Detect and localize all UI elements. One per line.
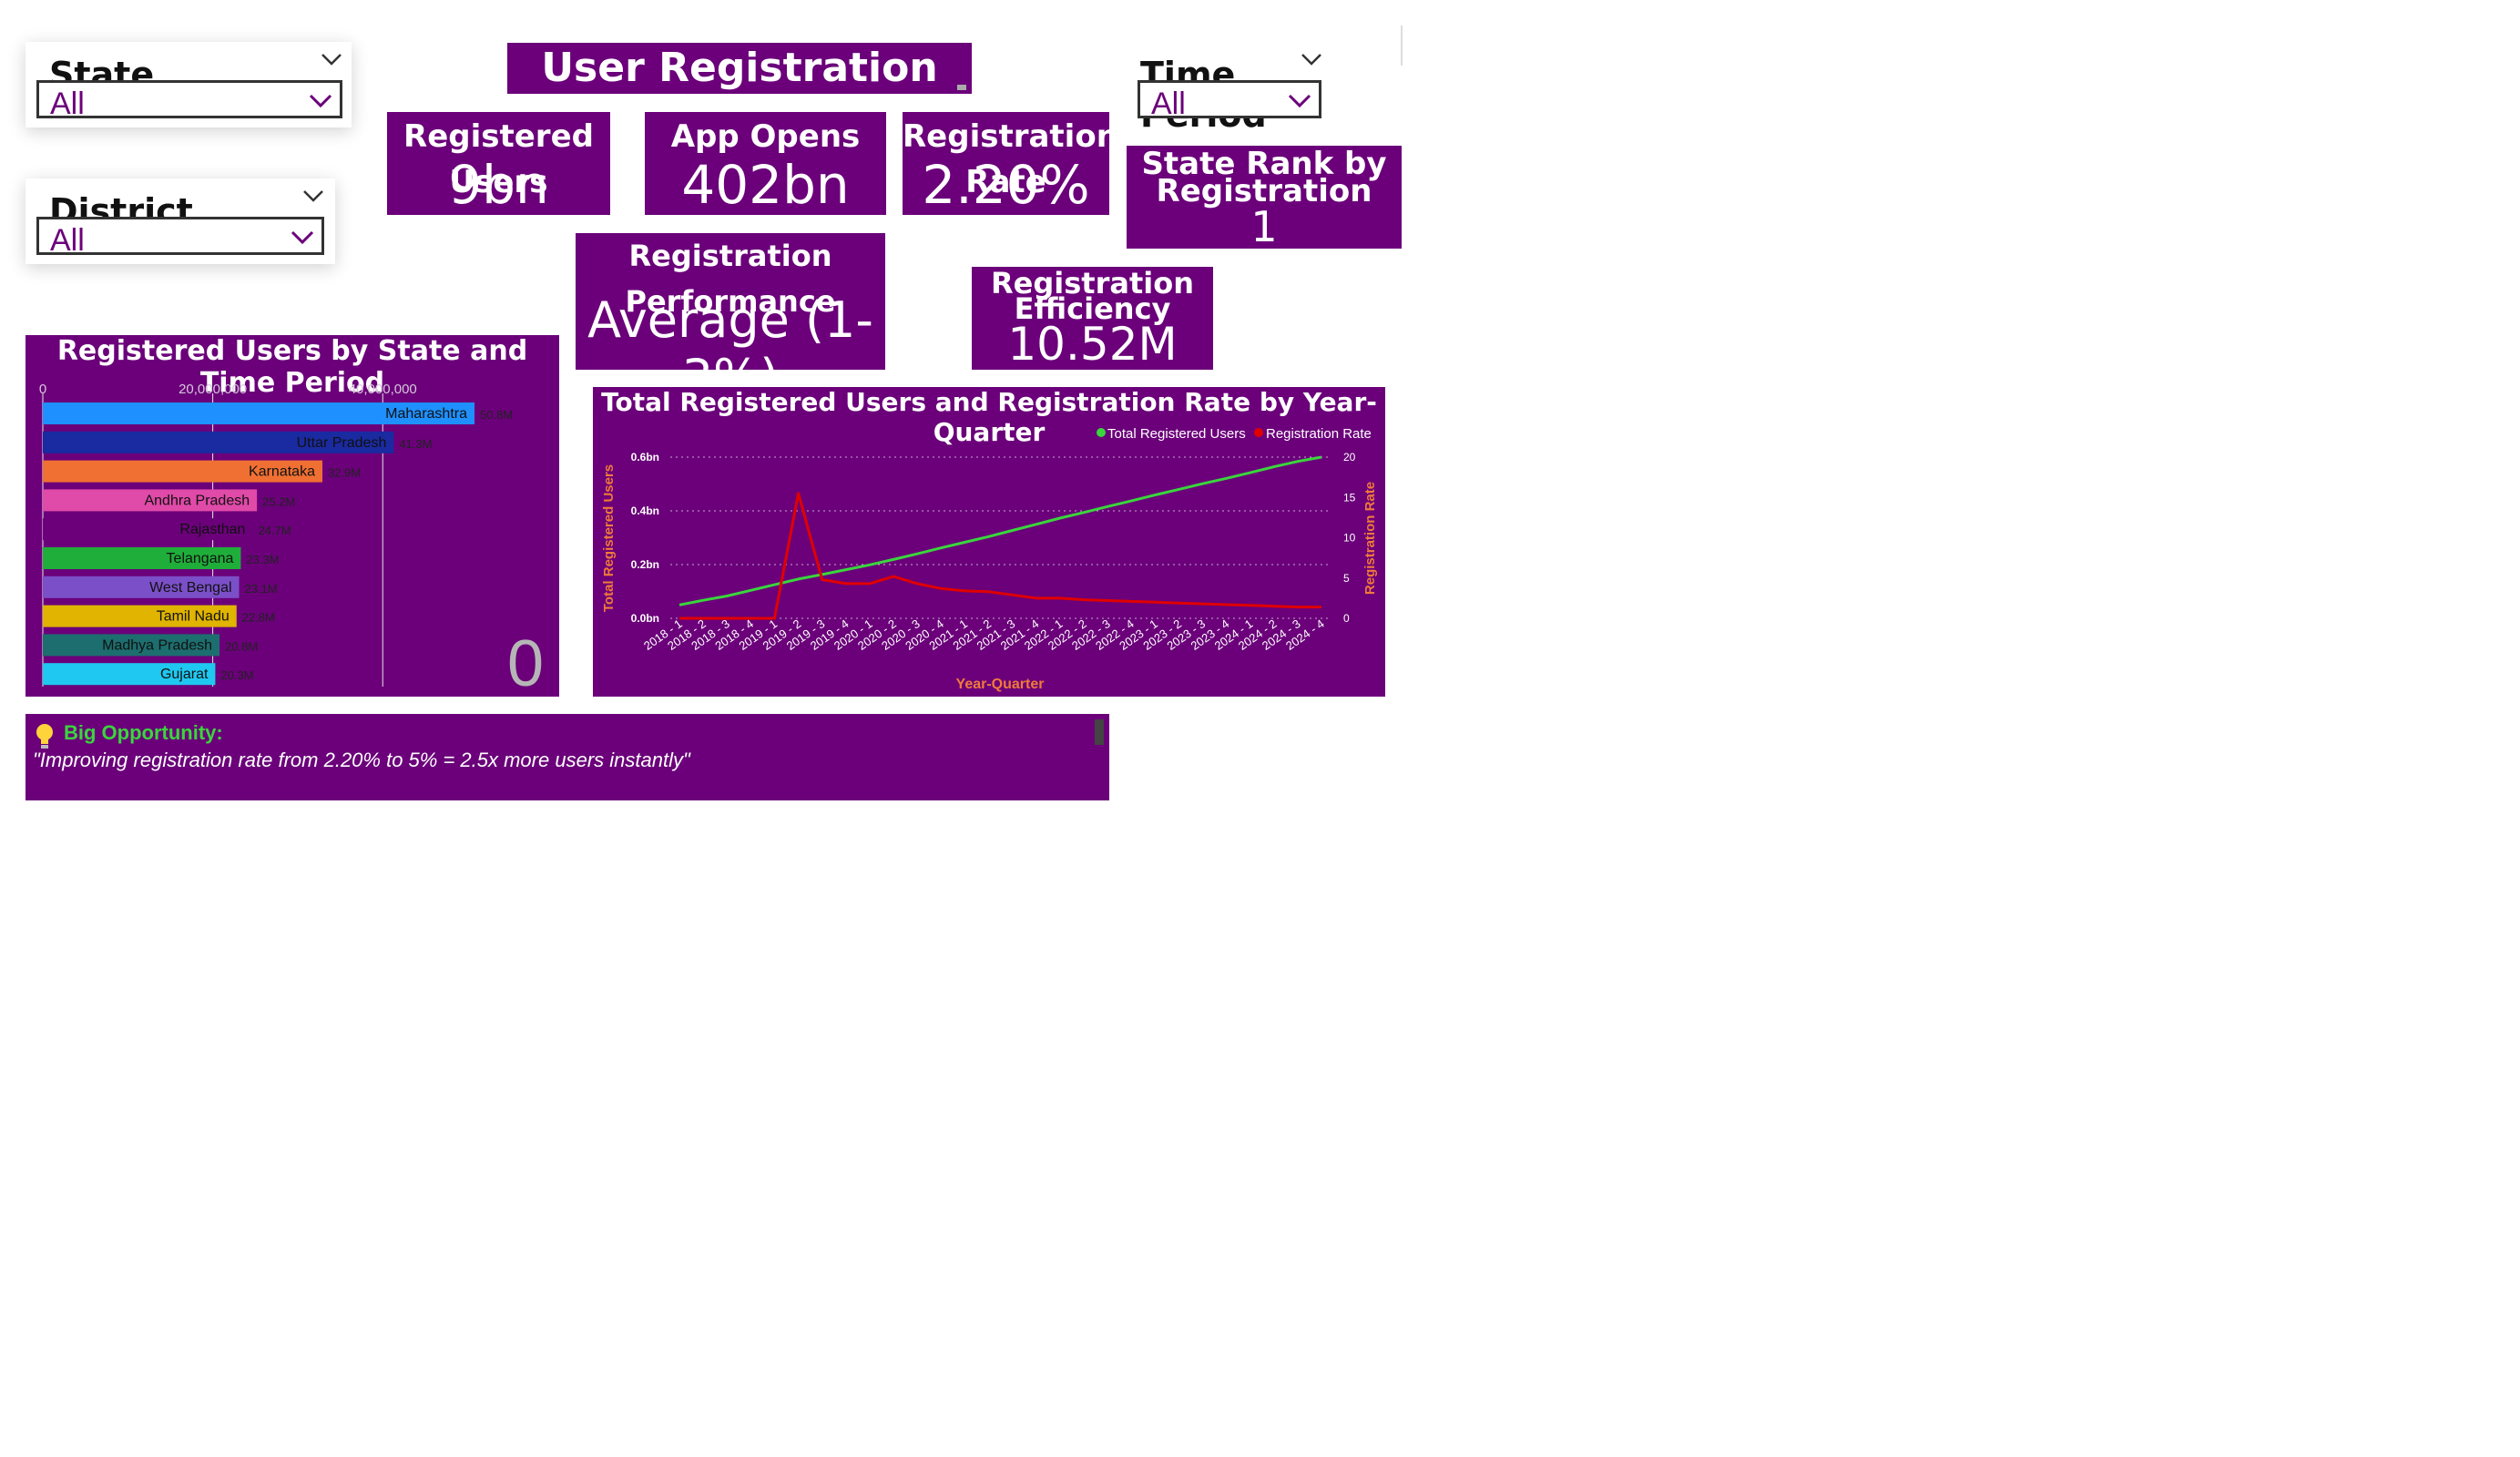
bar-data-label: 50.8M	[480, 408, 513, 422]
chevron-down-icon	[1288, 94, 1311, 108]
insight-title: Big Opportunity:	[64, 721, 223, 744]
divider	[1401, 25, 1403, 66]
kpi-value: 10.52M	[1007, 318, 1178, 371]
y-left-tick-label: 0.0bn	[631, 612, 659, 625]
kpi-value: 9bn	[448, 154, 549, 216]
kpi-registered-users: Registered Users 9bn	[387, 112, 610, 216]
x-tick-label: 40,000,000	[349, 382, 417, 397]
lightbulb-icon	[36, 724, 53, 749]
bar-category-label: Tamil Nadu	[157, 609, 230, 625]
line-chart: 0.0bn0.2bn0.4bn0.6bn051015202018 - 12018…	[601, 426, 1378, 692]
bar-category-label: Karnataka	[249, 464, 315, 480]
series-line-registration-rate	[679, 492, 1321, 620]
y-right-tick-label: 20	[1343, 451, 1356, 464]
bar-category-label: Andhra Pradesh	[144, 493, 250, 508]
y-right-tick-label: 10	[1343, 532, 1356, 545]
state-dropdown-value: All	[50, 87, 85, 121]
bar-data-label: 20.8M	[225, 639, 258, 653]
bar-category-label: Telangana	[167, 551, 234, 566]
bar-data-label: 32.9M	[328, 466, 361, 480]
bar-chart-panel: Registered Users by State and Time Perio…	[26, 335, 559, 697]
state-dropdown[interactable]: All	[36, 80, 342, 121]
chevron-down-icon[interactable]	[321, 53, 342, 66]
legend-marker	[1254, 428, 1263, 437]
bar-category-label: Rajasthan	[179, 522, 245, 537]
page-title-banner: User Registration Analysis	[507, 43, 972, 138]
kpi-value: 402bn	[681, 154, 850, 216]
kpi-registration-efficiency: Registration Efficiency 10.52M	[972, 267, 1213, 371]
chevron-down-icon[interactable]	[1301, 53, 1322, 66]
insight-text: "Improving registration rate from 2.20% …	[33, 749, 690, 771]
time-period-slicer: Time Period All	[1126, 42, 1330, 135]
legend-marker	[1097, 428, 1106, 437]
kpi-registration-performance: Registration Performance Average (1-3%)	[576, 233, 885, 406]
bar-category-label: Gujarat	[160, 667, 209, 682]
bar-data-label: 20.3M	[220, 668, 253, 682]
corner-value: 0	[507, 627, 544, 697]
kpi-label: App Opens	[670, 118, 861, 155]
y-right-axis-title: Registration Rate	[1362, 482, 1378, 595]
x-tick-label: 20,000,000	[179, 382, 247, 397]
district-dropdown[interactable]: All	[36, 217, 324, 258]
kpi-registration-rate: Registration Rate 2.20%	[903, 112, 1118, 216]
y-right-tick-label: 0	[1343, 612, 1350, 625]
line-chart-panel: Total Registered Users and Registration …	[593, 387, 1385, 697]
bar-chart: 0 20,000,000 40,000,000 Maharashtra 50.8M Utt…	[39, 382, 544, 697]
chevron-down-icon	[291, 230, 314, 245]
y-right-tick-label: 5	[1343, 572, 1350, 585]
bar-data-label: 25.2M	[262, 494, 295, 508]
time-period-dropdown[interactable]: All	[1138, 80, 1321, 121]
kpi-state-rank: State Rank by Registration 1	[1127, 146, 1402, 251]
kpi-app-opens: App Opens 402bn	[645, 112, 886, 216]
chevron-down-icon[interactable]	[302, 189, 324, 202]
bar-data-label: 41.3M	[399, 437, 432, 451]
bar-category-label: Maharashtra	[385, 406, 467, 422]
y-right-tick-label: 15	[1343, 491, 1356, 504]
state-slicer: State All	[26, 42, 352, 127]
bar-category-label: Madhya Pradesh	[102, 637, 212, 653]
scrollbar[interactable]	[1095, 719, 1104, 745]
district-dropdown-value: All	[50, 223, 85, 258]
legend-label: Total Registered Users	[1107, 426, 1246, 442]
bar-data-label: 24.7M	[258, 524, 291, 537]
bar-category-label: West Bengal	[149, 580, 231, 596]
bar-category-label: Uttar Pradesh	[297, 435, 387, 451]
time-period-dropdown-value: All	[1151, 87, 1186, 121]
y-left-axis-title: Total Registered Users	[601, 464, 617, 612]
kpi-value: 2.20%	[922, 154, 1090, 216]
y-left-tick-label: 0.2bn	[631, 558, 659, 571]
resize-handle[interactable]	[957, 85, 966, 90]
x-axis-title: Year-Quarter	[956, 677, 1045, 692]
y-left-tick-label: 0.4bn	[631, 504, 659, 517]
legend-label: Registration Rate	[1266, 426, 1372, 442]
bar-data-label: 23.3M	[246, 553, 279, 566]
insight-panel: Big Opportunity: "Improving registration…	[26, 714, 1109, 800]
bar-data-label: 23.1M	[245, 582, 278, 596]
bar-data-label: 22.8M	[242, 611, 275, 625]
chevron-down-icon	[309, 94, 332, 108]
y-left-tick-label: 0.6bn	[631, 451, 659, 464]
series-line-total-registered-users	[678, 455, 1322, 606]
x-tick-label: 0	[39, 382, 46, 397]
district-slicer: District All	[26, 178, 335, 264]
kpi-value: 1	[1250, 202, 1278, 251]
